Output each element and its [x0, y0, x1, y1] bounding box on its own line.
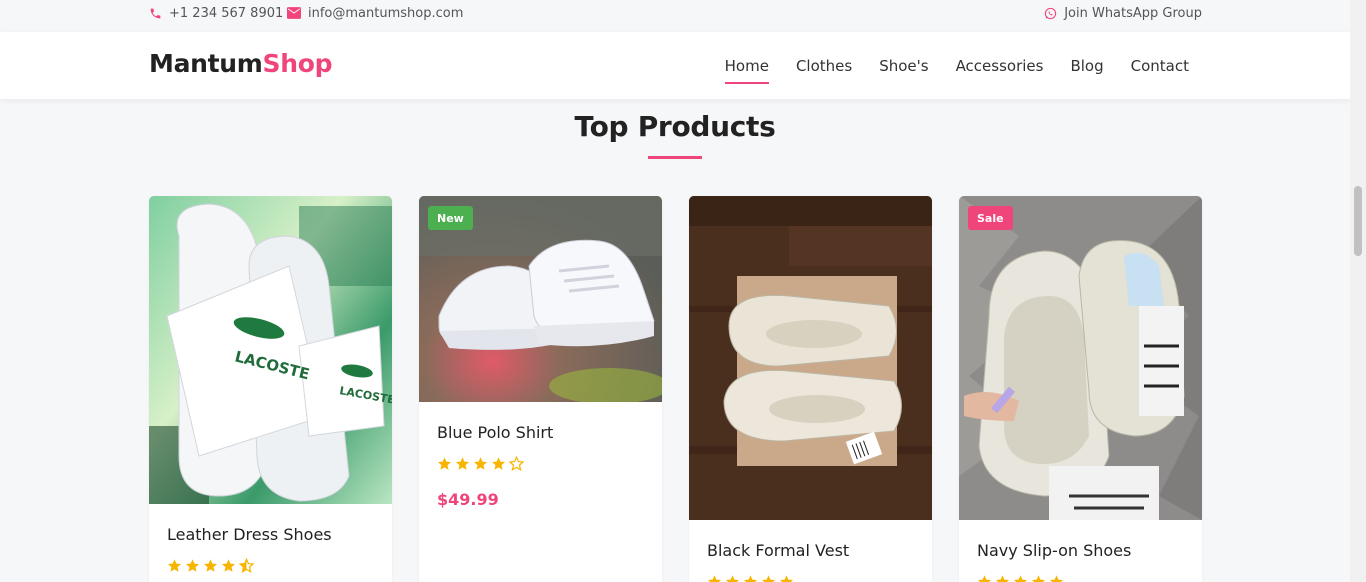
- star-icon: [508, 455, 525, 475]
- star-icon: [707, 574, 722, 582]
- star-icon: [779, 574, 794, 582]
- star-icon: [238, 557, 255, 577]
- star-icon: [725, 574, 740, 582]
- phone-text: +1 234 567 8901: [169, 5, 284, 21]
- product-rating: [977, 574, 1064, 582]
- new-badge: New: [428, 206, 473, 230]
- phone-icon: [150, 8, 161, 18]
- nav-contact[interactable]: Contact: [1131, 53, 1189, 79]
- product-price: $49.99: [437, 490, 499, 509]
- star-icon: [203, 558, 218, 577]
- star-icon: [455, 456, 470, 475]
- product-rating: [437, 455, 525, 475]
- product-name[interactable]: Navy Slip-on Shoes: [977, 541, 1131, 560]
- star-icon: [491, 456, 506, 475]
- sale-badge: Sale: [968, 206, 1013, 230]
- star-icon: [1049, 574, 1064, 582]
- logo-part-2: Shop: [262, 49, 333, 78]
- whatsapp-text: Join WhatsApp Group: [1064, 5, 1202, 21]
- star-icon: [1031, 574, 1046, 582]
- email-text: info@mantumshop.com: [308, 5, 464, 21]
- nav-accessories[interactable]: Accessories: [956, 53, 1044, 79]
- nav-home[interactable]: Home: [724, 53, 770, 84]
- page-scrollbar[interactable]: [1350, 0, 1366, 582]
- product-card[interactable]: Black Formal Vest: [689, 196, 932, 582]
- product-image[interactable]: Sale: [959, 196, 1202, 520]
- star-icon: [473, 456, 488, 475]
- product-name[interactable]: Blue Polo Shirt: [437, 423, 553, 442]
- product-image[interactable]: [689, 196, 932, 520]
- section-title: Top Products: [574, 110, 776, 143]
- star-icon: [221, 558, 236, 577]
- nav-shoes[interactable]: Shoe's: [879, 53, 928, 79]
- star-icon: [995, 574, 1010, 582]
- product-image[interactable]: New: [419, 196, 662, 402]
- site-logo[interactable]: MantumShop: [149, 49, 333, 78]
- site-header: MantumShop Home Clothes Shoe's Accessori…: [0, 32, 1350, 99]
- product-name[interactable]: Black Formal Vest: [707, 541, 849, 560]
- star-icon: [743, 574, 758, 582]
- contact-phone[interactable]: +1 234 567 8901: [149, 5, 283, 21]
- envelope-icon: [287, 7, 301, 19]
- star-icon: [1013, 574, 1028, 582]
- scrollbar-thumb[interactable]: [1354, 186, 1362, 256]
- star-icon: [185, 558, 200, 577]
- product-name[interactable]: Leather Dress Shoes: [167, 525, 332, 544]
- title-underline: [648, 156, 702, 159]
- nav-clothes[interactable]: Clothes: [796, 53, 852, 79]
- star-icon: [167, 558, 182, 577]
- product-card[interactable]: Sale Navy Slip-on Shoes: [959, 196, 1202, 582]
- whatsapp-icon: [1045, 7, 1057, 19]
- product-rating: [167, 557, 255, 577]
- logo-part-1: Mantum: [149, 49, 263, 78]
- product-image[interactable]: LACOSTE LACOSTE: [149, 196, 392, 504]
- star-icon: [437, 456, 452, 475]
- contact-email[interactable]: info@mantumshop.com: [287, 5, 463, 21]
- product-card[interactable]: New Blue Polo Shirt $49.99: [419, 196, 662, 582]
- product-card[interactable]: LACOSTE LACOSTE Leather Dress Shoes: [149, 196, 392, 582]
- top-info-bar: +1 234 567 8901 info@mantumshop.com Join…: [0, 0, 1350, 32]
- whatsapp-link[interactable]: Join WhatsApp Group: [1044, 5, 1202, 21]
- star-icon: [761, 574, 776, 582]
- star-icon: [977, 574, 992, 582]
- nav-blog[interactable]: Blog: [1070, 53, 1103, 79]
- product-rating: [707, 574, 794, 582]
- main-nav: Home Clothes Shoe's Accessories Blog Con…: [698, 32, 1189, 99]
